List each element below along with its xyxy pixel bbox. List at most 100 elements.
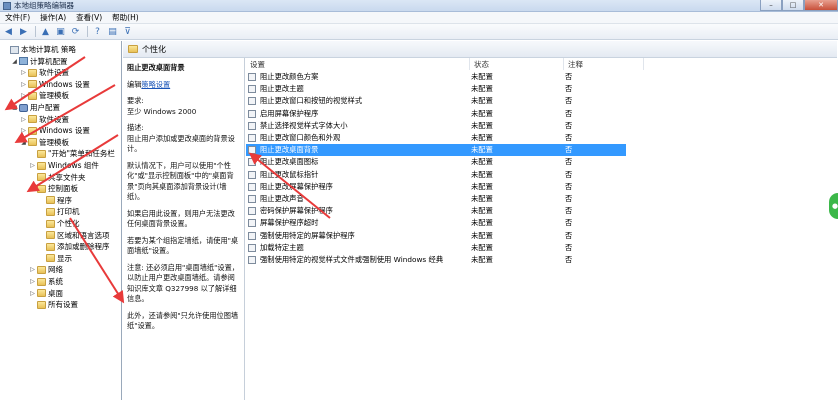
requirements-label: 要求: <box>127 96 144 105</box>
expand-toggle-icon[interactable]: ▷ <box>29 162 36 169</box>
setting-note: 否 <box>565 242 573 252</box>
tree-item[interactable]: ◢ 计算机配置 <box>11 56 67 67</box>
policy-setting-icon <box>248 207 256 216</box>
expand-toggle-icon[interactable]: ▷ <box>20 127 27 134</box>
expand-toggle-icon[interactable]: ▷ <box>29 266 36 273</box>
tree-item[interactable]: "开始"菜单和任务栏 <box>29 148 115 159</box>
setting-row[interactable]: 阻止更改窗口和按钮的视觉样式 未配置 否 <box>246 95 626 107</box>
minimize-button[interactable]: – <box>760 0 782 11</box>
tree-item[interactable]: ◢ 用户配置 <box>11 102 60 113</box>
setting-row[interactable]: 阻止更改声音 未配置 否 <box>246 193 626 205</box>
setting-row[interactable]: 强制使用特定的视觉样式文件或强制使用 Windows 经典 未配置 否 <box>246 254 626 266</box>
toolbar: ◀ ▶ ▲ ▣ ⟳ ? ▤ ⊽ <box>0 24 838 40</box>
policy-setting-icon <box>248 256 256 264</box>
setting-row[interactable]: 启用屏幕保护程序 未配置 否 <box>246 108 626 120</box>
tree-item[interactable]: 共享文件夹 <box>29 172 86 183</box>
setting-state: 未配置 <box>471 218 493 228</box>
setting-row[interactable]: 阻止更改颜色方案 未配置 否 <box>246 71 626 83</box>
policy-icon <box>10 45 19 54</box>
folder-header-title: 个性化 <box>142 44 166 54</box>
filter-icon[interactable]: ⊽ <box>121 26 134 38</box>
forward-arrow-icon[interactable]: ▶ <box>17 26 30 38</box>
column-header-note[interactable]: 注释 <box>564 58 644 70</box>
tree-item[interactable]: ▷ 软件设置 <box>20 67 69 78</box>
back-arrow-icon[interactable]: ◀ <box>2 26 15 38</box>
policy-setting-icon <box>248 195 256 203</box>
tree-item[interactable]: ◢ 管理模板 <box>20 137 69 148</box>
tree-item[interactable]: ◢ 控制面板 <box>29 183 78 194</box>
expand-toggle-icon[interactable]: ▷ <box>20 81 27 88</box>
setting-row[interactable]: 禁止选择视觉样式字体大小 未配置 否 <box>246 120 626 132</box>
column-header-state[interactable]: 状态 <box>470 58 564 70</box>
tree-item[interactable]: ▷ Windows 组件 <box>29 160 99 171</box>
tree-item[interactable]: 本地计算机 策略 <box>2 44 76 55</box>
setting-name: 阻止更改颜色方案 <box>260 72 319 81</box>
policy-setting-icon <box>248 134 256 142</box>
tree-item[interactable]: ▷ Windows 设置 <box>20 79 90 90</box>
menu-action[interactable]: 操作(A) <box>35 12 71 23</box>
folder-icon <box>28 126 37 135</box>
description-p6: 此外，还请参阅"只允许使用位图墙纸"设置。 <box>127 310 239 331</box>
expand-toggle-icon[interactable]: ◢ <box>29 185 36 192</box>
tree-item[interactable]: 个性化 <box>38 218 80 229</box>
setting-name: 阻止更改桌面背景 <box>260 145 319 155</box>
policy-title: 阻止更改桌面背景 <box>127 63 185 72</box>
tree-item-label: 显示 <box>57 253 72 263</box>
expand-toggle-icon[interactable]: ◢ <box>20 139 27 146</box>
expand-toggle-icon[interactable]: ◢ <box>11 58 18 65</box>
tree-item[interactable]: 添加或删除程序 <box>38 241 110 252</box>
menu-view[interactable]: 查看(V) <box>71 12 107 23</box>
properties-icon[interactable]: ▤ <box>106 26 119 38</box>
menu-file[interactable]: 文件(F) <box>0 12 35 23</box>
tree-item-label: 软件设置 <box>39 68 69 78</box>
policy-setting-icon <box>248 109 256 118</box>
tree-item[interactable]: 所有设置 <box>29 299 78 310</box>
close-button[interactable]: ✕ <box>804 0 838 11</box>
setting-state: 未配置 <box>471 206 493 216</box>
tree-item[interactable]: ▷ 网络 <box>29 264 63 275</box>
expand-toggle-icon[interactable]: ◢ <box>11 104 18 111</box>
tree-item[interactable]: 程序 <box>38 195 72 206</box>
column-header-setting[interactable]: 设置 <box>246 58 470 70</box>
tree-item[interactable]: 显示 <box>38 253 72 264</box>
expand-toggle-icon[interactable]: ▷ <box>29 278 36 285</box>
description-pane: 个性化 阻止更改桌面背景 编辑策略设置 要求: 至少 Windows 2000 … <box>123 41 837 400</box>
tree-item[interactable]: ▷ 桌面 <box>29 288 63 299</box>
setting-row[interactable]: 阻止更改主题 未配置 否 <box>246 83 626 95</box>
setting-row[interactable]: 强制使用特定的屏幕保护程序 未配置 否 <box>246 230 626 242</box>
menu-help[interactable]: 帮助(H) <box>107 12 144 23</box>
tree-item[interactable]: 打印机 <box>38 206 80 217</box>
folder-icon <box>128 45 138 53</box>
setting-note: 否 <box>565 230 573 240</box>
setting-row[interactable]: 阻止更改鼠标指针 未配置 否 <box>246 169 626 181</box>
refresh-icon[interactable]: ⟳ <box>69 26 82 38</box>
maximize-button[interactable]: □ <box>782 0 804 11</box>
setting-row[interactable]: 屏幕保护程序超时 未配置 否 <box>246 217 626 229</box>
tree-item[interactable]: ▷ 软件设置 <box>20 114 69 125</box>
tree-item[interactable]: ▷ Windows 设置 <box>20 125 90 136</box>
setting-row[interactable]: 阻止更改屏幕保护程序 未配置 否 <box>246 181 626 193</box>
expand-toggle-icon[interactable]: ▷ <box>20 92 27 99</box>
description-p2: 默认情况下，用户可以使用"个性化"或"显示控制面板"中的"桌面背景"页向其桌面添… <box>127 160 234 202</box>
expand-toggle-icon[interactable]: ▷ <box>20 69 27 76</box>
up-level-icon[interactable]: ▲ <box>39 26 52 38</box>
setting-name: 启用屏幕保护程序 <box>260 108 319 118</box>
setting-row[interactable]: 阻止更改桌面图标 未配置 否 <box>246 156 626 168</box>
help-icon[interactable]: ? <box>91 26 104 38</box>
tree-item[interactable]: 区域和语言选项 <box>38 230 110 241</box>
tree-item[interactable]: ▷ 系统 <box>29 276 63 287</box>
setting-row[interactable]: 密码保护屏幕保护程序 未配置 否 <box>246 205 626 217</box>
floating-widget-icon[interactable]: ● <box>829 193 838 219</box>
setting-row[interactable]: 阻止更改桌面背景 未配置 否 <box>246 144 626 157</box>
setting-state: 未配置 <box>471 108 493 118</box>
policy-setting-icon <box>248 170 256 179</box>
expand-toggle-icon[interactable]: ▷ <box>29 290 36 297</box>
edit-policy-link[interactable]: 策略设置 <box>141 80 170 89</box>
expand-toggle-icon[interactable]: ▷ <box>20 116 27 123</box>
show-hide-tree-icon[interactable]: ▣ <box>54 26 67 38</box>
tree-item[interactable]: ▷ 管理模板 <box>20 90 69 101</box>
setting-name: 阻止更改屏幕保护程序 <box>260 181 333 191</box>
setting-row[interactable]: 加载特定主题 未配置 否 <box>246 242 626 254</box>
setting-row[interactable]: 阻止更改窗口颜色和外观 未配置 否 <box>246 132 626 144</box>
folder-icon <box>46 219 55 228</box>
